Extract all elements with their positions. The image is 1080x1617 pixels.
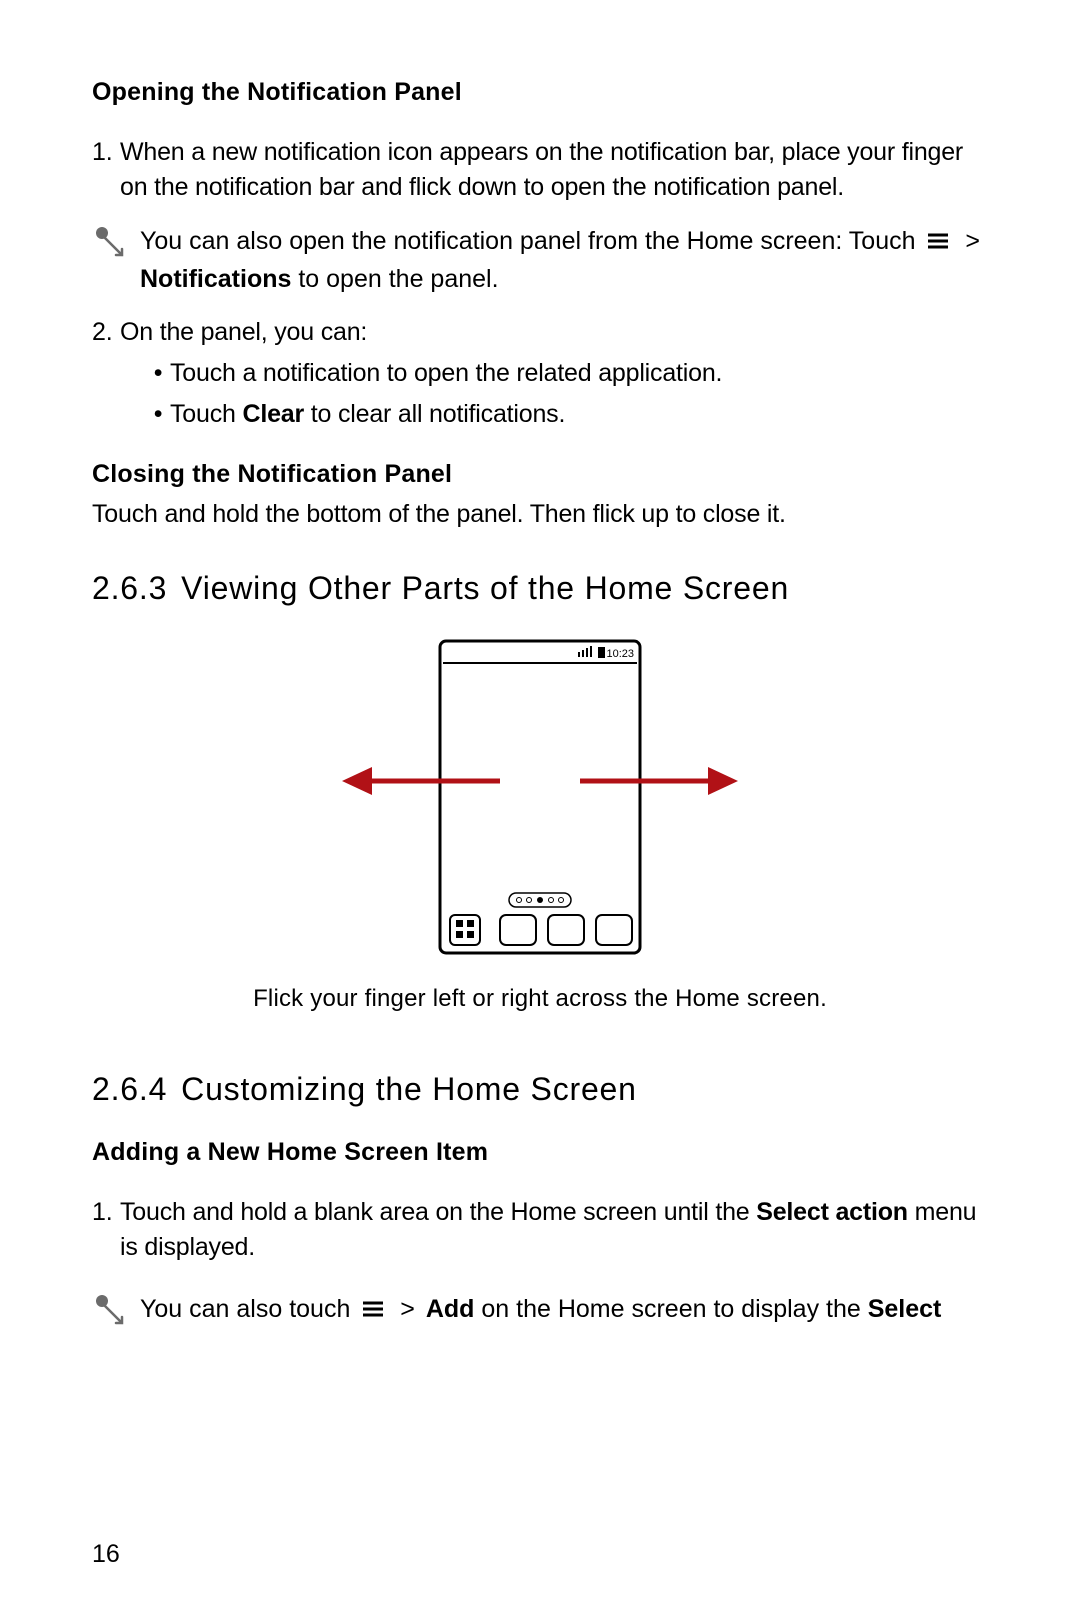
bullet-item: • Touch Clear to clear all notifications…	[146, 397, 988, 432]
bold-text: Clear	[242, 400, 304, 428]
tip-bold-text: Notifications	[140, 265, 291, 293]
bold-text: Select	[868, 1295, 942, 1323]
section-title: Customizing the Home Screen	[181, 1071, 637, 1107]
text-segment: to clear all notifications.	[304, 400, 565, 428]
phone-swipe-illustration: 10:23	[320, 637, 760, 957]
section-number: 2.6.3	[92, 570, 167, 606]
list-number: 1.	[92, 135, 120, 205]
menu-icon	[926, 224, 950, 260]
list-item-text: Touch and hold a blank area on the Home …	[120, 1195, 988, 1265]
heading-adding-new-item: Adding a New Home Screen Item	[92, 1138, 988, 1167]
tip-block: You can also touch > Add on the Home scr…	[92, 1291, 988, 1332]
list-item-text: On the panel, you can: • Touch a notific…	[120, 315, 988, 438]
list-item-text: When a new notification icon appears on …	[120, 135, 988, 205]
section-heading-264: 2.6.4 Customizing the Home Screen	[92, 1071, 988, 1108]
document-page: Opening the Notification Panel 1. When a…	[0, 0, 1080, 1617]
tip-text-segment: on the Home screen to display the	[481, 1295, 867, 1323]
ordered-list-item: 1. Touch and hold a blank area on the Ho…	[92, 1195, 988, 1265]
figure-home-screen-swipe: 10:23 Flick your finger left or right	[92, 637, 988, 1013]
text-segment: Touch and hold a blank area on the Home …	[120, 1198, 756, 1226]
bold-text: Select action	[756, 1198, 908, 1226]
section-title: Viewing Other Parts of the Home Screen	[181, 570, 789, 606]
bold-text: Add	[426, 1295, 475, 1323]
status-bar-time: 10:23	[606, 648, 634, 660]
tip-text-segment: You can also touch	[140, 1295, 357, 1323]
heading-closing-notification-panel: Closing the Notification Panel	[92, 460, 988, 489]
bullet-text: Touch a notification to open the related…	[170, 356, 722, 391]
tip-text-segment: You can also open the notification panel…	[140, 227, 922, 255]
tip-text: You can also touch > Add on the Home scr…	[140, 1291, 988, 1329]
bullet-dot-icon: •	[146, 397, 170, 432]
figure-caption: Flick your finger left or right across t…	[253, 985, 827, 1013]
breadcrumb-separator: >	[400, 1295, 415, 1323]
menu-icon	[361, 1292, 385, 1328]
tip-hand-icon	[92, 1293, 132, 1332]
bullet-text: Touch Clear to clear all notifications.	[170, 397, 565, 432]
ordered-list-item: 2. On the panel, you can: • Touch a noti…	[92, 315, 988, 438]
ordered-list-item: 1. When a new notification icon appears …	[92, 135, 988, 205]
tip-hand-icon	[92, 225, 132, 264]
tip-text: You can also open the notification panel…	[140, 223, 988, 297]
paragraph: Touch and hold the bottom of the panel. …	[92, 497, 988, 532]
text-segment: Touch	[170, 400, 242, 428]
list-number: 2.	[92, 315, 120, 438]
bullet-dot-icon: •	[146, 356, 170, 391]
list-number: 1.	[92, 1195, 120, 1265]
section-number: 2.6.4	[92, 1071, 167, 1107]
heading-opening-notification-panel: Opening the Notification Panel	[92, 78, 988, 107]
tip-block: You can also open the notification panel…	[92, 223, 988, 297]
list-item-lead: On the panel, you can:	[120, 318, 367, 346]
breadcrumb-separator: >	[965, 227, 980, 255]
bullet-item: • Touch a notification to open the relat…	[146, 356, 988, 391]
tip-text-segment: to open the panel.	[298, 265, 498, 293]
section-heading-263: 2.6.3 Viewing Other Parts of the Home Scr…	[92, 570, 988, 607]
page-number: 16	[92, 1540, 120, 1569]
